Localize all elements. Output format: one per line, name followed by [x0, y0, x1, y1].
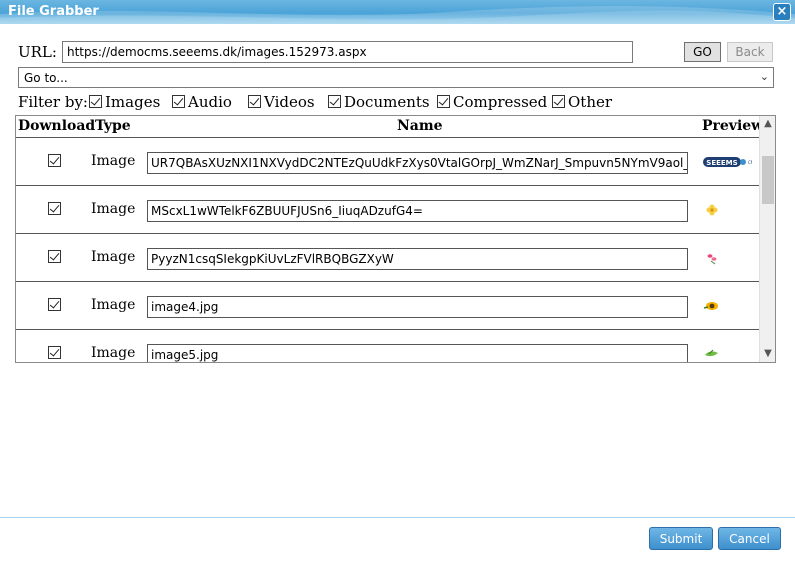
table-row: Image image4.jpg: [16, 282, 760, 330]
filter-images-checkbox[interactable]: [89, 95, 102, 108]
back-button[interactable]: Back: [727, 42, 773, 62]
name-input[interactable]: image4.jpg: [147, 296, 688, 318]
yellow-flower-preview-image: [706, 204, 718, 216]
download-checkbox[interactable]: [48, 250, 61, 263]
filter-audio-checkbox[interactable]: [172, 95, 185, 108]
url-label: URL:: [18, 43, 57, 61]
filter-videos-checkbox[interactable]: [248, 95, 261, 108]
svg-text:CMS: CMS: [748, 160, 752, 165]
row-type: Image: [91, 345, 136, 361]
row-type: Image: [91, 201, 136, 217]
header-download: Download: [18, 118, 96, 134]
filter-documents[interactable]: Documents: [328, 93, 430, 111]
cancel-button[interactable]: Cancel: [718, 527, 781, 550]
submit-button[interactable]: Submit: [649, 527, 713, 550]
title-bar[interactable]: File Grabber ×: [0, 0, 795, 24]
download-checkbox[interactable]: [48, 154, 61, 167]
row-type: Image: [91, 249, 136, 265]
filter-videos[interactable]: Videos: [248, 93, 315, 111]
name-input[interactable]: PyyzN1csqSIekgpKiUvLzFVlRBQBGZXyW: [147, 248, 688, 270]
filter-label: Filter by:: [18, 93, 88, 111]
filter-other-label: Other: [568, 93, 613, 111]
name-input[interactable]: MScxL1wWTelkF6ZBUUFJUSn6_IiuqADzufG4=: [147, 200, 688, 222]
row-type: Image: [91, 297, 136, 313]
download-checkbox[interactable]: [48, 202, 61, 215]
name-input[interactable]: UR7QBAsXUzNXI1NXVydDC2NTEzQuUdkFzXys0Vta…: [147, 152, 688, 174]
filter-compressed-label: Compressed: [453, 93, 548, 111]
files-table: Download Type Name Preview Image UR7QBAs…: [15, 115, 776, 363]
table-row: Image PyyzN1csqSIekgpKiUvLzFVlRBQBGZXyW: [16, 234, 760, 282]
row-type: Image: [91, 153, 136, 169]
vertical-scrollbar[interactable]: ▲ ▼: [759, 116, 775, 362]
chevron-down-icon: ⌄: [759, 70, 769, 83]
filter-images[interactable]: Images: [89, 93, 160, 111]
filter-compressed[interactable]: Compressed: [437, 93, 547, 111]
header-name: Name: [397, 118, 443, 134]
filter-documents-label: Documents: [344, 93, 430, 111]
title-bar-wave-decoration: [0, 6, 795, 24]
svg-text:SEEEMS: SEEEMS: [706, 159, 737, 167]
filter-videos-label: Videos: [264, 93, 315, 111]
go-button[interactable]: GO: [684, 42, 721, 62]
url-input[interactable]: [62, 41, 633, 63]
table-row: Image UR7QBAsXUzNXI1NXVydDC2NTEzQuUdkFzX…: [16, 138, 760, 186]
name-input[interactable]: image5.jpg: [147, 344, 688, 362]
footer-divider: [0, 517, 795, 518]
close-button[interactable]: ×: [773, 3, 791, 21]
filter-documents-checkbox[interactable]: [328, 95, 341, 108]
sunflower-preview-image: [703, 302, 718, 310]
download-checkbox[interactable]: [48, 298, 61, 311]
filter-images-label: Images: [105, 93, 161, 111]
table-header: Download Type Name Preview: [16, 116, 764, 138]
header-type: Type: [95, 118, 131, 134]
file-grabber-dialog: File Grabber × URL: GO Back Go to... ⌄ F…: [0, 0, 795, 561]
filter-other-checkbox[interactable]: [552, 95, 565, 108]
filter-other[interactable]: Other: [552, 93, 612, 111]
filter-audio[interactable]: Audio: [172, 93, 232, 111]
scroll-thumb[interactable]: [762, 156, 774, 204]
header-preview: Preview: [702, 118, 764, 134]
goto-select[interactable]: Go to... ⌄: [18, 67, 774, 88]
window-title: File Grabber: [8, 4, 99, 19]
scroll-down-icon[interactable]: ▼: [760, 346, 775, 362]
goto-selected-value: Go to...: [24, 71, 68, 85]
scroll-up-icon[interactable]: ▲: [760, 116, 775, 132]
table-row: Image MScxL1wWTelkF6ZBUUFJUSn6_IiuqADzuf…: [16, 186, 760, 234]
download-checkbox[interactable]: [48, 346, 61, 359]
files-table-body: Download Type Name Preview Image UR7QBAs…: [16, 116, 764, 362]
table-row: Image image5.jpg: [16, 330, 760, 362]
filter-audio-label: Audio: [188, 93, 232, 111]
pink-flower-preview-image: [707, 254, 717, 265]
green-leaf-preview-image: [705, 349, 718, 357]
seeems-logo-preview-image: SEEEMS CMS: [703, 157, 752, 167]
close-icon: ×: [776, 4, 788, 19]
filter-compressed-checkbox[interactable]: [437, 95, 450, 108]
